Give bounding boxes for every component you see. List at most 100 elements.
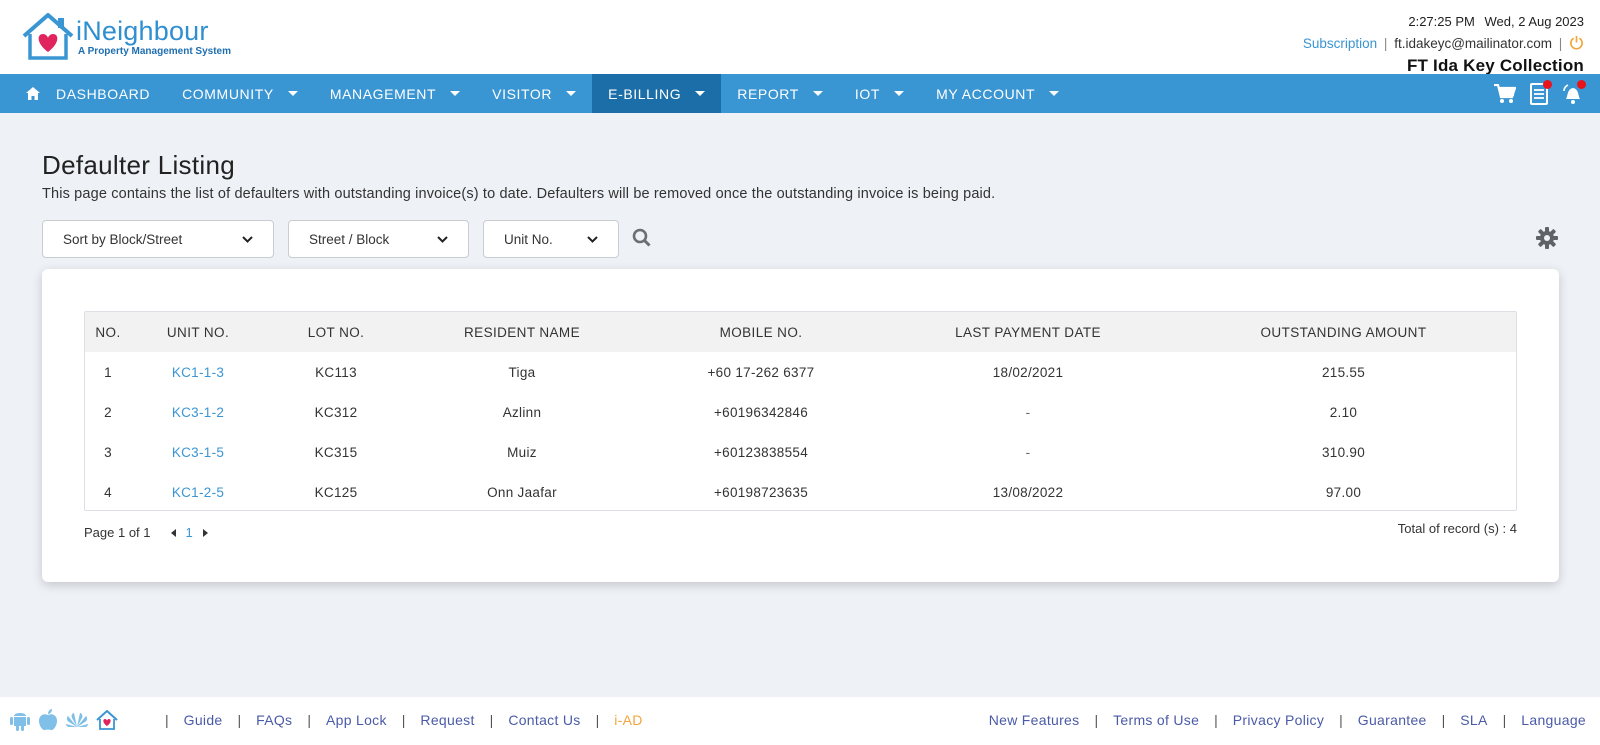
cell-amount: 310.90 bbox=[1321, 444, 1366, 460]
cell-resident-name: Tiga bbox=[508, 364, 536, 380]
caret-down-icon bbox=[812, 91, 823, 96]
main-nav: DASHBOARD COMMUNITY MANAGEMENT VISITOR E… bbox=[0, 74, 1600, 113]
cell-amount: 97.00 bbox=[1325, 484, 1362, 500]
cell-resident-name: Azlinn bbox=[502, 404, 542, 420]
cell-resident-name: Muiz bbox=[507, 444, 537, 460]
col-last-payment-date[interactable]: LAST PAYMENT DATE bbox=[885, 312, 1171, 352]
cell-mobile: +60198723635 bbox=[713, 484, 809, 500]
table-header-row: NO. UNIT NO. LOT NO. RESIDENT NAME MOBIL… bbox=[85, 312, 1516, 352]
cell-last-payment: - bbox=[1025, 444, 1031, 460]
cart-icon[interactable] bbox=[1488, 74, 1522, 113]
separator: | bbox=[165, 712, 169, 728]
col-lot-no[interactable]: LOT NO. bbox=[265, 312, 407, 352]
android-icon[interactable] bbox=[10, 709, 30, 731]
unit-link[interactable]: KC3-1-5 bbox=[172, 445, 224, 460]
chevron-down-icon bbox=[587, 235, 598, 243]
footer-link-app-lock[interactable]: App Lock bbox=[326, 712, 387, 728]
nav-visitor[interactable]: VISITOR bbox=[476, 74, 592, 113]
cell-lot-no: KC113 bbox=[315, 364, 357, 380]
caret-down-icon bbox=[695, 91, 706, 96]
nav-iot[interactable]: IOT bbox=[839, 74, 920, 113]
bell-icon[interactable] bbox=[1556, 74, 1590, 113]
separator: | bbox=[595, 712, 600, 728]
cell-mobile: +60196342846 bbox=[713, 404, 809, 420]
unit-no-select[interactable]: Unit No. bbox=[483, 220, 619, 258]
search-icon[interactable] bbox=[632, 228, 652, 248]
nav-label: MY ACCOUNT bbox=[936, 85, 1036, 102]
unit-link[interactable]: KC1-1-3 bbox=[172, 365, 224, 380]
logo-name: iNeighbour bbox=[76, 16, 209, 46]
header-right: 2:27:25 PM Wed, 2 Aug 2023 Subscription … bbox=[1303, 14, 1584, 76]
page-number-link[interactable]: 1 bbox=[186, 525, 193, 540]
nav-community[interactable]: COMMUNITY bbox=[166, 74, 314, 113]
nav-e-billing[interactable]: E-BILLING bbox=[592, 74, 722, 113]
cell-lot-no: KC312 bbox=[314, 404, 358, 420]
nav-label: COMMUNITY bbox=[182, 85, 274, 102]
sort-select[interactable]: Sort by Block/Street bbox=[42, 220, 274, 258]
gear-icon[interactable] bbox=[1535, 226, 1559, 250]
footer-link-guide[interactable]: Guide bbox=[184, 712, 223, 728]
col-outstanding-amount[interactable]: OUTSTANDING AMOUNT bbox=[1171, 312, 1516, 352]
nav-label: VISITOR bbox=[492, 85, 553, 102]
cell-lot-no: KC125 bbox=[314, 484, 358, 500]
huawei-icon[interactable] bbox=[66, 711, 88, 729]
footer-link-sla[interactable]: SLA bbox=[1460, 712, 1487, 728]
nav-management[interactable]: MANAGEMENT bbox=[314, 74, 476, 113]
cell-amount: 2.10 bbox=[1329, 404, 1358, 420]
nav-my-account[interactable]: MY ACCOUNT bbox=[920, 74, 1075, 113]
separator: | bbox=[1383, 36, 1388, 51]
footer-link-request[interactable]: Request bbox=[420, 712, 474, 728]
separator: | bbox=[1094, 712, 1099, 728]
nav-label: REPORT bbox=[737, 85, 799, 102]
footer-link-contact-us[interactable]: Contact Us bbox=[508, 712, 580, 728]
footer-link-guarantee[interactable]: Guarantee bbox=[1358, 712, 1427, 728]
next-page-icon[interactable] bbox=[202, 528, 208, 537]
footer-link-terms-of-use[interactable]: Terms of Use bbox=[1113, 712, 1199, 728]
separator: | bbox=[1214, 712, 1218, 728]
footer: | Guide | FAQs | App Lock | Request | Co… bbox=[0, 697, 1600, 745]
house-heart-icon bbox=[22, 13, 74, 60]
cell-mobile: +60 17-262 6377 bbox=[707, 364, 815, 380]
col-resident-name[interactable]: RESIDENT NAME bbox=[407, 312, 637, 352]
cell-no: 3 bbox=[104, 444, 112, 460]
street-block-select[interactable]: Street / Block bbox=[288, 220, 469, 258]
col-mobile-no[interactable]: MOBILE NO. bbox=[637, 312, 885, 352]
page-indicator: Page 1 of 1 bbox=[84, 525, 151, 540]
unit-link[interactable]: KC3-1-2 bbox=[172, 405, 224, 420]
col-unit-no[interactable]: UNIT NO. bbox=[131, 312, 265, 352]
table-row: 2 KC3-1-2 KC312 Azlinn +60196342846 - 2.… bbox=[85, 392, 1516, 432]
power-icon[interactable] bbox=[1569, 35, 1584, 53]
subscription-link[interactable]: Subscription bbox=[1303, 36, 1377, 51]
logo[interactable]: iNeighbour A Property Management System bbox=[20, 12, 240, 62]
notification-dot bbox=[1577, 80, 1586, 89]
document-icon[interactable] bbox=[1522, 74, 1556, 113]
separator: | bbox=[489, 712, 494, 728]
home-icon bbox=[26, 87, 40, 100]
apple-icon[interactable] bbox=[38, 709, 58, 731]
current-time: 2:27:25 PM bbox=[1408, 14, 1475, 29]
col-no[interactable]: NO. bbox=[85, 312, 131, 352]
company-name: FT Ida Key Collection bbox=[1406, 56, 1584, 75]
footer-link-i-ad[interactable]: i-AD bbox=[614, 712, 642, 728]
cell-mobile: +60123838554 bbox=[713, 444, 809, 460]
chevron-down-icon bbox=[437, 235, 448, 243]
ineighbour-app-icon[interactable] bbox=[96, 710, 118, 730]
footer-link-privacy-policy[interactable]: Privacy Policy bbox=[1233, 712, 1324, 728]
caret-down-icon bbox=[894, 91, 905, 96]
caret-down-icon bbox=[1049, 91, 1060, 96]
prev-page-icon[interactable] bbox=[170, 528, 176, 537]
cell-no: 1 bbox=[104, 364, 112, 380]
cell-last-payment: 13/08/2022 bbox=[992, 484, 1064, 500]
cell-last-payment: - bbox=[1025, 404, 1031, 420]
current-date: Wed, 2 Aug 2023 bbox=[1484, 14, 1584, 29]
table-row: 3 KC3-1-5 KC315 Muiz +60123838554 - 310.… bbox=[85, 432, 1516, 472]
footer-link-new-features[interactable]: New Features bbox=[989, 712, 1080, 728]
footer-link-faqs[interactable]: FAQs bbox=[256, 712, 292, 728]
page-description: This page contains the list of defaulter… bbox=[42, 186, 996, 202]
cell-resident-name: Onn Jaafar bbox=[487, 484, 557, 500]
cell-amount: 215.55 bbox=[1321, 364, 1366, 380]
footer-link-language[interactable]: Language bbox=[1521, 712, 1586, 728]
nav-report[interactable]: REPORT bbox=[721, 74, 839, 113]
unit-link[interactable]: KC1-2-5 bbox=[172, 485, 224, 500]
nav-dashboard[interactable]: DASHBOARD bbox=[0, 74, 166, 113]
